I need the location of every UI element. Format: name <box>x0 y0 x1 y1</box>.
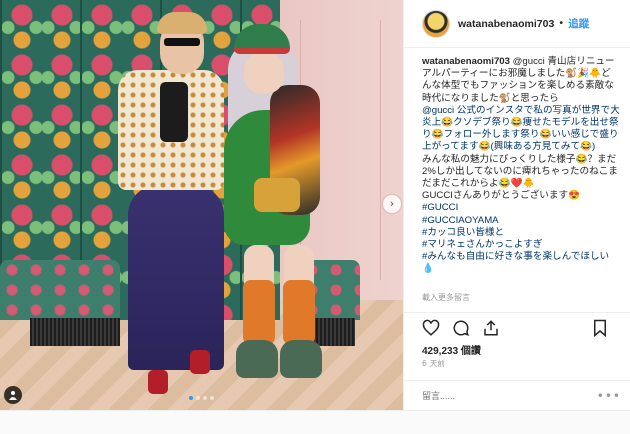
post-timestamp[interactable]: 6 天前 <box>422 358 445 369</box>
person-left-trousers <box>128 185 224 370</box>
person-right-sneaker <box>236 340 278 378</box>
action-bar <box>404 312 630 342</box>
carousel-dot <box>189 396 193 400</box>
carousel-dot <box>203 396 207 400</box>
person-right-sock <box>283 280 315 345</box>
comment-input[interactable] <box>422 390 572 401</box>
person-right-sock <box>243 280 275 345</box>
bookmark-icon[interactable] <box>591 319 609 338</box>
carousel-dot <box>210 396 214 400</box>
person-right-sneaker <box>280 340 322 378</box>
person-left-bow <box>160 82 188 142</box>
caption-line: watanabenaomi703 @gucci 青山店リニューアルパーティーにお… <box>422 56 620 105</box>
hashtag-link[interactable]: #みんなも自由に好きな事を楽しんでほしい💧 <box>422 251 620 275</box>
carousel-dots <box>189 396 214 400</box>
wall-panel-line <box>380 20 381 280</box>
person-right-face <box>244 52 284 94</box>
post-caption: watanabenaomi703 @gucci 青山店リニューアルパーティーにお… <box>404 48 630 286</box>
load-more-comments-link[interactable]: 載入更多留言 <box>404 286 630 303</box>
hashtag-link[interactable]: #マリネェさんかっこよすぎ <box>422 239 620 251</box>
person-left-shoe <box>190 350 210 374</box>
bottom-strip <box>0 410 630 434</box>
comment-icon[interactable] <box>452 319 470 337</box>
chevron-right-icon[interactable]: › <box>383 195 401 213</box>
hashtag-link[interactable]: #GUCCI <box>422 202 620 214</box>
caption-text: @gucci 公式のインスタで私の写真が世界で大炎上😂クソデブ祭り😂痩せたモデル… <box>422 104 620 153</box>
heart-icon[interactable] <box>422 319 440 337</box>
caption-text: GUCCIさんありがとうございます😍 <box>422 190 580 202</box>
person-left-sunglasses <box>164 38 200 46</box>
caption-text: みんな私の魅力にびっくりした様子😂？まだ2%しか出してないのに痺れちゃったのねこ… <box>422 153 618 190</box>
separator-dot: • <box>558 18 565 29</box>
person-left-shoe <box>148 370 168 394</box>
more-options-button[interactable]: ••• <box>597 389 621 403</box>
post-header: watanabenaomi703 • 追蹤 <box>404 0 630 48</box>
carousel-dot <box>196 396 200 400</box>
post-sidebar: watanabenaomi703 • 追蹤 watanabenaomi703 @… <box>403 0 630 410</box>
avatar[interactable] <box>422 9 450 38</box>
ottoman-fringe <box>30 318 120 346</box>
person-left-hair <box>157 12 207 34</box>
share-icon[interactable] <box>482 319 500 337</box>
like-count[interactable]: 429,233 個讚 <box>422 342 481 357</box>
hashtag-link[interactable]: #GUCCIAOYAMA <box>422 215 620 227</box>
hashtag-link[interactable]: #カッコ良い皆様と <box>422 227 620 239</box>
caption-username[interactable]: watanabenaomi703 <box>422 56 510 67</box>
username-link[interactable]: watanabenaomi703 <box>458 18 554 30</box>
post-photo[interactable]: › <box>0 0 403 410</box>
person-tag-icon[interactable] <box>4 386 22 404</box>
ottoman <box>0 260 120 320</box>
comment-box: ••• <box>404 380 630 410</box>
person-right-bag <box>254 178 300 212</box>
follow-button[interactable]: 追蹤 <box>568 16 589 31</box>
